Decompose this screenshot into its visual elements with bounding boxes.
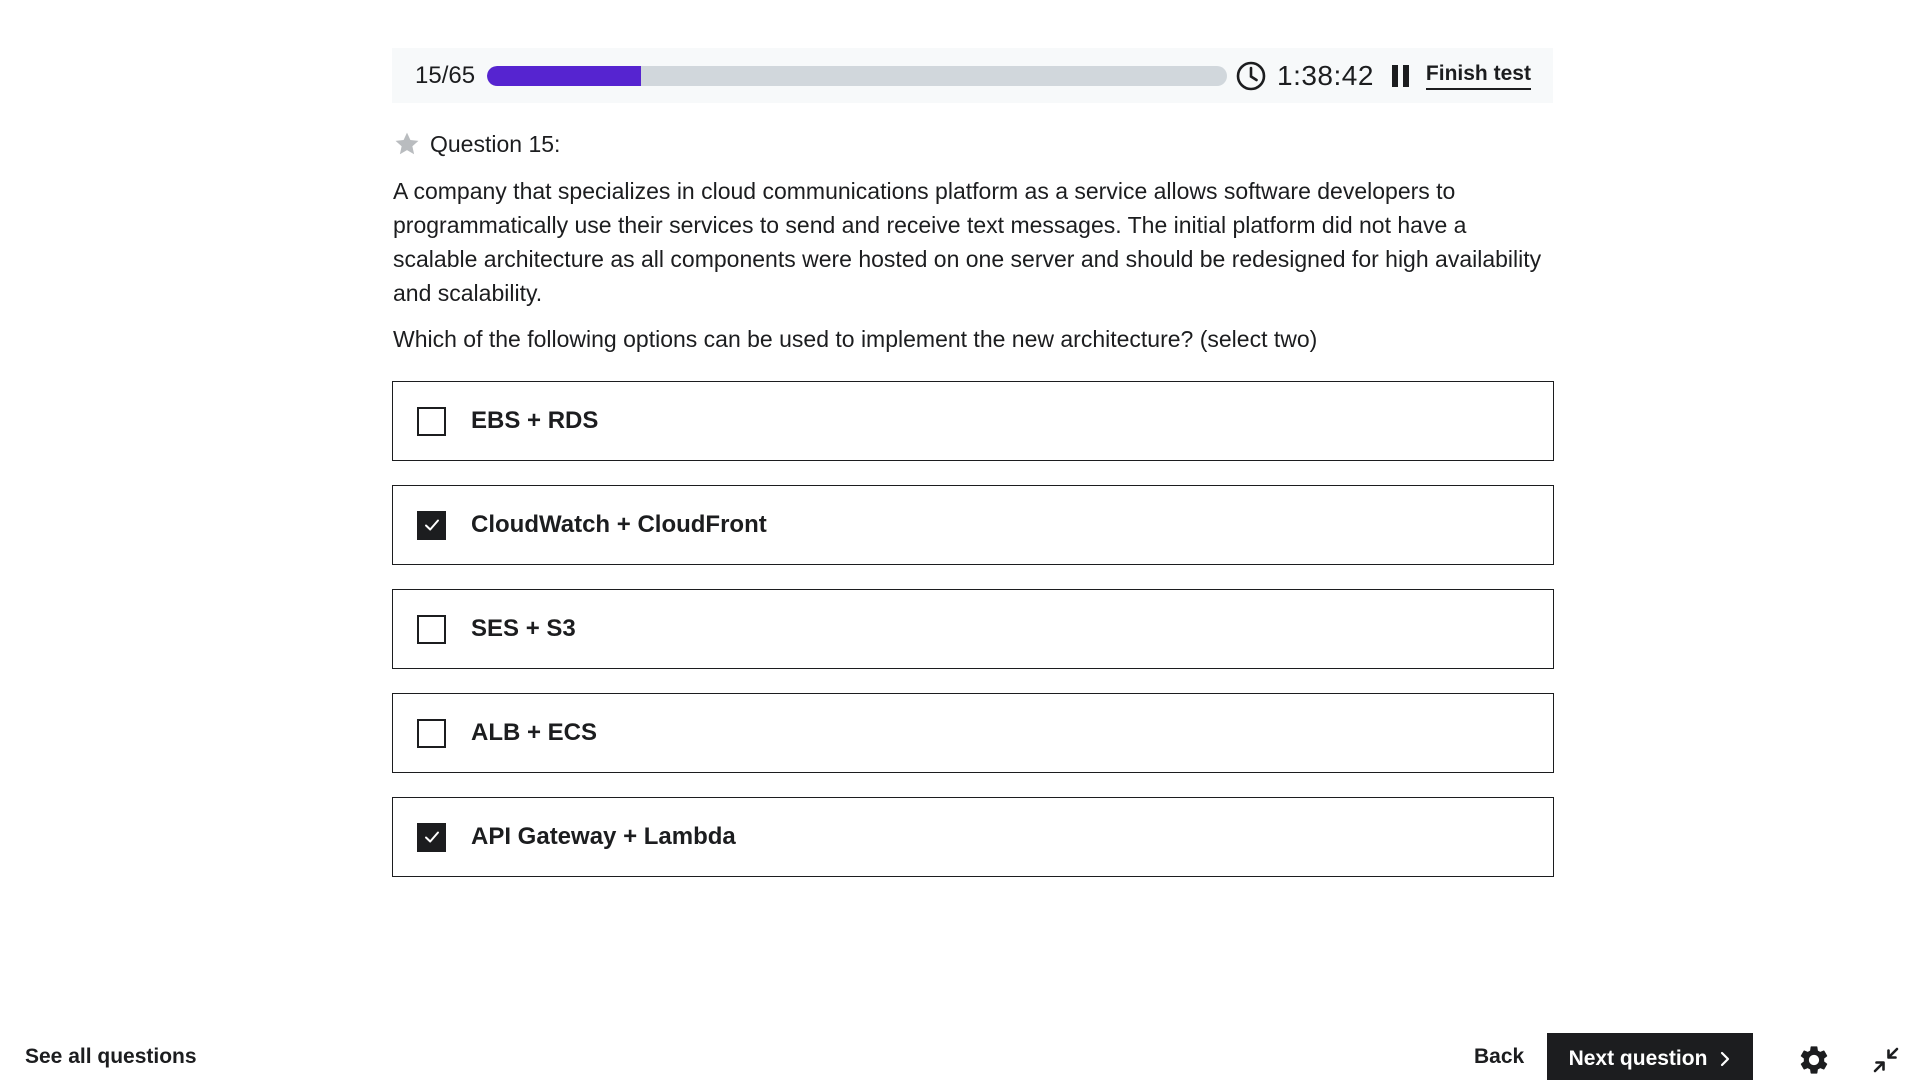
answer-option[interactable]: EBS + RDS [392, 381, 1554, 461]
answer-option-label: API Gateway + Lambda [471, 823, 736, 850]
answer-options: EBS + RDS CloudWatch + CloudFront SES + … [392, 381, 1554, 901]
answer-option-label: EBS + RDS [471, 407, 599, 434]
exam-topbar: 15/65 1:38:42 Finish test [392, 48, 1553, 103]
progress-bar [487, 65, 1227, 86]
next-question-button[interactable]: Next question [1547, 1033, 1753, 1080]
question-prompt: Which of the following options can be us… [393, 326, 1318, 352]
timer-group: 1:38:42 Finish test [1235, 60, 1531, 92]
finish-test-link[interactable]: Finish test [1425, 62, 1531, 90]
answer-option[interactable]: ALB + ECS [392, 693, 1554, 773]
gear-icon[interactable] [1797, 1043, 1831, 1077]
star-icon[interactable] [393, 130, 421, 158]
back-button[interactable]: Back [1474, 1045, 1524, 1069]
see-all-questions-link[interactable]: See all questions [25, 1045, 197, 1069]
answer-option[interactable]: API Gateway + Lambda [392, 797, 1554, 877]
checkbox[interactable] [417, 822, 446, 852]
answer-option[interactable]: CloudWatch + CloudFront [392, 485, 1554, 565]
exam-page: 15/65 1:38:42 Finish test Question 15: A… [0, 0, 1920, 1080]
question-text: A company that specializes in cloud comm… [393, 178, 1542, 306]
answer-option-label: SES + S3 [471, 615, 576, 642]
answer-option[interactable]: SES + S3 [392, 589, 1554, 669]
question-label: Question 15: [430, 130, 561, 157]
check-icon [424, 831, 439, 843]
chevron-right-icon [1719, 1051, 1731, 1067]
checkbox[interactable] [417, 718, 446, 748]
pause-icon[interactable] [1390, 64, 1412, 88]
question-counter: 15/65 [415, 61, 476, 89]
clock-icon [1235, 60, 1267, 92]
question-header: Question 15: [393, 130, 560, 158]
answer-option-label: CloudWatch + CloudFront [471, 511, 767, 538]
checkbox[interactable] [417, 510, 446, 540]
progress-bar-fill [487, 65, 641, 86]
exit-fullscreen-icon[interactable] [1870, 1044, 1902, 1076]
timer-readout: 1:38:42 [1277, 59, 1374, 91]
checkbox[interactable] [417, 614, 446, 644]
next-question-label: Next question [1568, 1047, 1708, 1070]
checkbox[interactable] [417, 406, 446, 436]
answer-option-label: ALB + ECS [471, 719, 598, 746]
check-icon [424, 519, 439, 531]
